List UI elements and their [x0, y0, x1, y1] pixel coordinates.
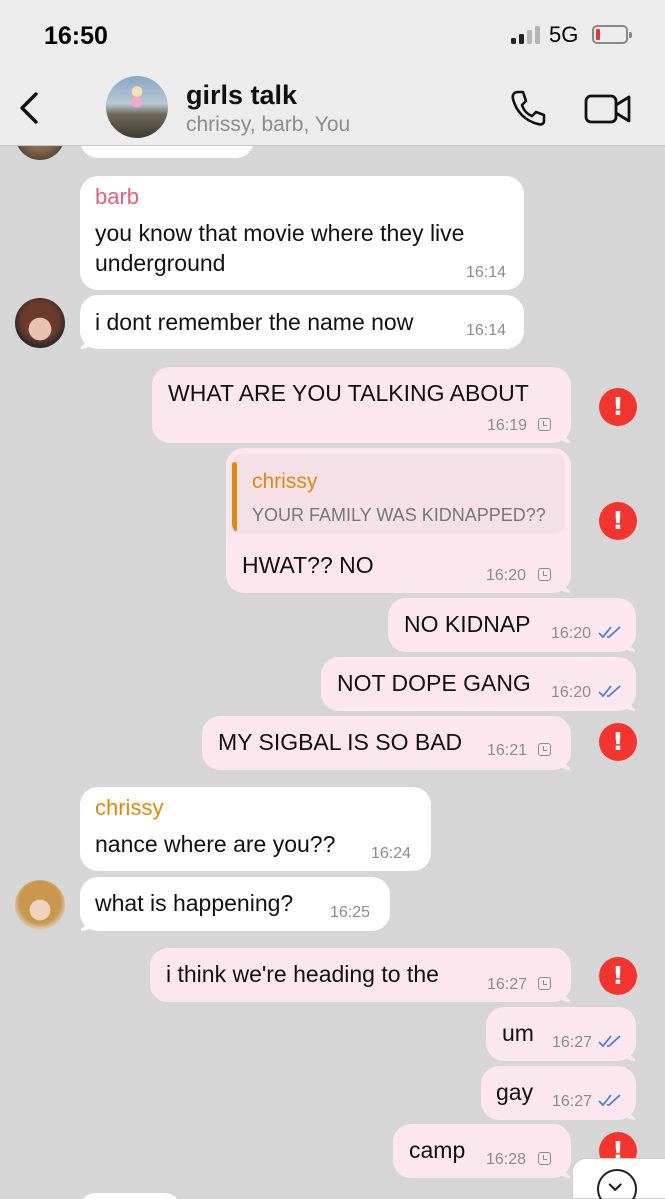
avatar-chrissy[interactable]: [15, 880, 65, 930]
message-text: um: [502, 1020, 534, 1046]
message-text: camp: [409, 1137, 466, 1163]
double-check-icon: [598, 685, 621, 698]
message-time: 16:27: [552, 1093, 593, 1110]
avatar[interactable]: [15, 146, 65, 160]
message-time: 16:25: [330, 904, 371, 921]
double-check-icon: [598, 626, 621, 639]
quote-bar: [232, 462, 237, 532]
message-time: 16:19: [487, 417, 528, 434]
message-text: i dont remember the name now: [95, 309, 414, 335]
message-text: what is happening?: [95, 890, 294, 916]
phone-icon[interactable]: [508, 88, 548, 128]
clock-icon: [538, 568, 551, 581]
message-text: i think we're heading to the: [166, 961, 439, 987]
back-chevron-icon[interactable]: [14, 88, 44, 128]
sender-name[interactable]: chrissy: [95, 795, 163, 821]
message-text: WHAT ARE YOU TALKING ABOUT: [168, 380, 529, 406]
clock-icon: [538, 418, 551, 431]
message-time: 16:20: [551, 625, 592, 642]
network-label: 5G: [549, 22, 579, 47]
error-icon[interactable]: !: [599, 502, 637, 540]
message-bubble-partial: [80, 1193, 180, 1199]
clock-icon: [538, 977, 551, 990]
message-time: 16:27: [552, 1034, 593, 1051]
message-time: 16:28: [486, 1151, 527, 1168]
message-text: HWAT?? NO: [242, 552, 374, 578]
chevron-down-icon[interactable]: [597, 1169, 637, 1199]
error-icon[interactable]: !: [599, 723, 637, 761]
message-time: 16:27: [487, 976, 528, 993]
message-time: 16:21: [487, 742, 528, 759]
quote-text: YOUR FAMILY WAS KIDNAPPED??: [252, 505, 546, 525]
chat-header: girls talk chrissy, barb, You: [0, 72, 665, 146]
group-avatar[interactable]: [106, 76, 168, 138]
quote-sender: chrissy: [252, 470, 318, 493]
message-time: 16:20: [551, 684, 592, 701]
status-bar: 16:50 5G: [0, 0, 665, 72]
battery-icon: [592, 25, 632, 44]
message-text: NOT DOPE GANG: [337, 670, 531, 696]
clock-icon: [538, 1152, 551, 1165]
message-time: 16:14: [466, 322, 507, 339]
status-time: 16:50: [44, 22, 108, 50]
clock-icon: [538, 743, 551, 756]
scroll-to-bottom-button[interactable]: [572, 1158, 665, 1199]
message-time: 16:24: [371, 845, 412, 862]
video-camera-icon[interactable]: [584, 92, 632, 126]
message-text: MY SIGBAL IS SO BAD: [218, 729, 463, 755]
double-check-icon: [598, 1035, 621, 1048]
message-text: you know that movie where they live: [95, 220, 465, 246]
message-text: NO KIDNAP: [404, 611, 531, 637]
reply-quote[interactable]: chrissy YOUR FAMILY WAS KIDNAPPED??: [232, 454, 565, 534]
message-time: 16:20: [486, 567, 527, 584]
message-text: gay: [496, 1079, 534, 1105]
error-icon[interactable]: !: [599, 957, 637, 995]
signal-icon: [511, 26, 541, 44]
avatar-barb[interactable]: [15, 298, 65, 348]
chat-title[interactable]: girls talk: [186, 80, 297, 111]
chat-members[interactable]: chrissy, barb, You: [186, 113, 350, 137]
sender-name[interactable]: barb: [95, 184, 139, 210]
message-time: 16:14: [466, 264, 507, 281]
error-icon[interactable]: !: [599, 388, 637, 426]
message-bubble-partial: [80, 146, 254, 158]
double-check-icon: [598, 1094, 621, 1107]
message-text: nance where are you??: [95, 831, 336, 857]
message-text: underground: [95, 250, 226, 276]
